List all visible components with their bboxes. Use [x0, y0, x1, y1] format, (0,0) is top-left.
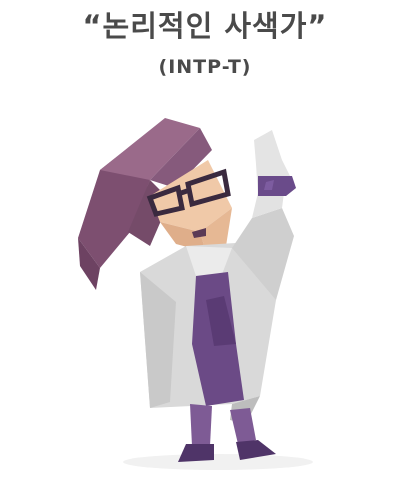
personality-title: “논리적인 사색가”: [82, 9, 328, 43]
scientist-illustration: [78, 118, 313, 470]
ground-shadow: [123, 454, 313, 470]
legs: [190, 404, 256, 446]
personality-type-code: (INTP-T): [158, 56, 252, 78]
personality-card: “논리적인 사색가” (INTP-T): [0, 0, 410, 486]
flask-icon: [254, 130, 296, 196]
